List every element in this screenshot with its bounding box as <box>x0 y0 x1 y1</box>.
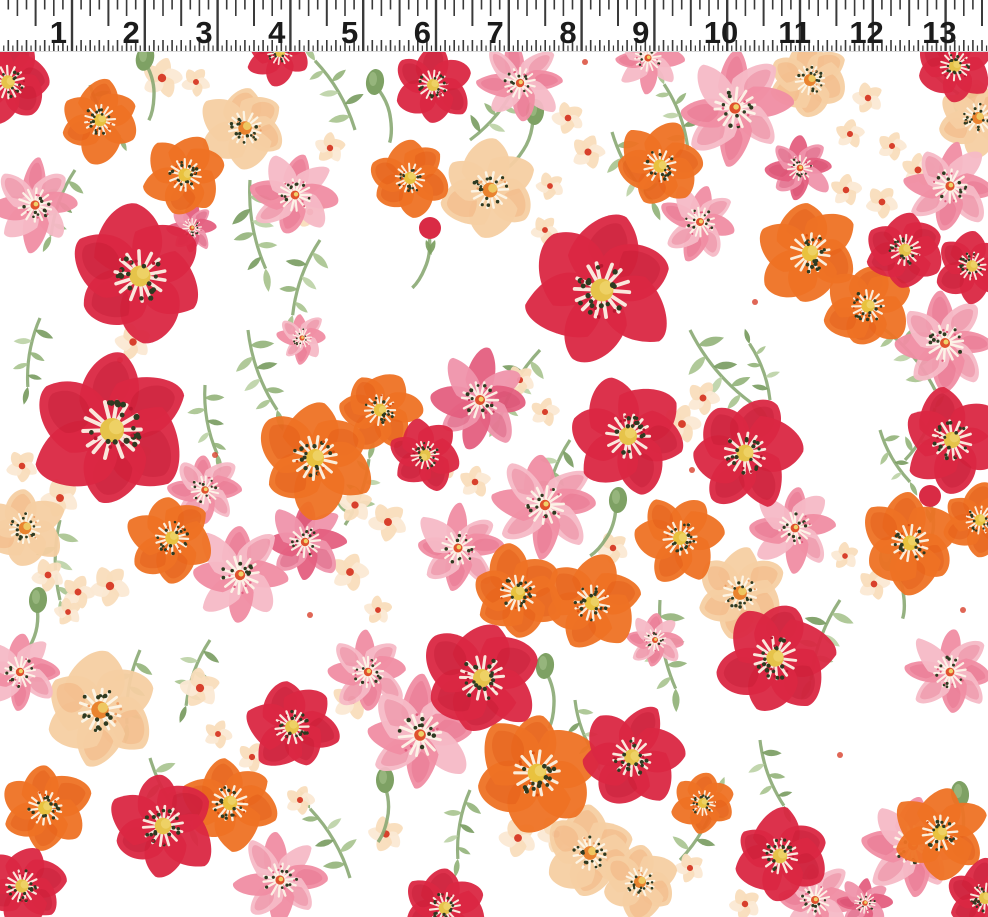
ruler-inch-line <box>362 0 364 51</box>
ruler-number-11: 11 <box>778 15 811 50</box>
ruler-number-3: 3 <box>195 15 212 50</box>
ruler-number-9: 9 <box>632 15 649 50</box>
ruler-inch-line <box>216 0 218 51</box>
ruler-number-4: 4 <box>268 15 286 50</box>
ruler-inch-line <box>508 0 510 51</box>
ruler-inch-line <box>435 0 437 51</box>
ruler-number-8: 8 <box>559 15 576 50</box>
ruler-inch-line <box>71 0 73 51</box>
ruler-inch-line <box>144 0 146 51</box>
scatter-dot <box>307 612 313 618</box>
scatter-dot <box>689 467 695 473</box>
scatter-dot <box>960 607 966 613</box>
ruler-inch-line <box>580 0 582 51</box>
ruler-number-7: 7 <box>487 15 504 50</box>
ruler-number-5: 5 <box>341 15 358 50</box>
scatter-dot <box>212 452 218 458</box>
fabric-swatch-canvas: 12345678910111213 <box>0 0 988 917</box>
ruler-inch-line <box>653 0 655 51</box>
fabric-swatch-image: 12345678910111213 <box>0 0 988 917</box>
ruler-number-1: 1 <box>50 15 67 50</box>
scatter-dot <box>752 299 758 305</box>
scatter-dot <box>582 59 588 65</box>
ruler-number-12: 12 <box>849 15 883 50</box>
scatter-dot <box>837 752 843 758</box>
ruler-number-10: 10 <box>704 15 738 50</box>
ruler: 12345678910111213 <box>0 0 988 52</box>
ruler-number-13: 13 <box>922 15 956 50</box>
ruler-number-6: 6 <box>414 15 431 50</box>
ruler-inch-line <box>289 0 291 51</box>
ruler-number-2: 2 <box>123 15 140 50</box>
